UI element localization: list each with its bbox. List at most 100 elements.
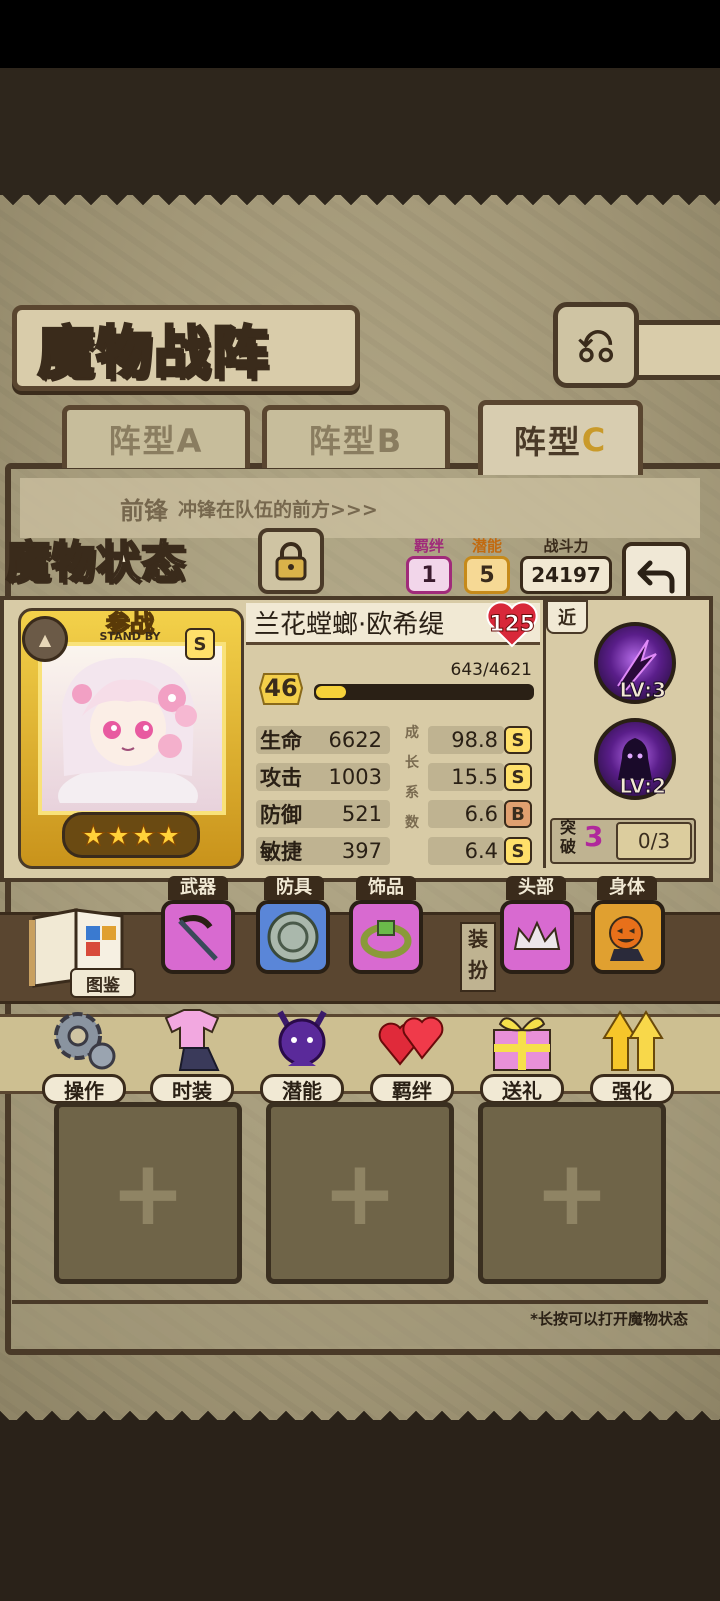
bottom-band (0, 1420, 720, 1601)
body-slot[interactable] (591, 900, 665, 974)
stat-value: 397 (341, 839, 382, 863)
action-label: 送礼 (480, 1074, 564, 1104)
stat-label: 生命 (260, 729, 302, 753)
exp-bar (314, 684, 534, 700)
empty-team-slot-3[interactable]: + (478, 1102, 666, 1284)
vanguard-label: 前锋 (120, 496, 168, 525)
tab-formation-a[interactable]: 阵型A (62, 405, 250, 468)
breakthrough-progress: 0/3 (616, 822, 692, 860)
devil-icon (277, 1010, 327, 1066)
potential-stat: 潜能 5 (464, 538, 510, 594)
growth-char: 系 (405, 785, 419, 801)
growth-char: 长 (405, 755, 419, 771)
growth-char: 数 (405, 815, 419, 831)
monster-portrait (38, 642, 226, 815)
stat-row-hp: 生命 6622 98.8 S (256, 726, 534, 756)
exp-bar-fill (316, 686, 347, 698)
pumpkin-costume-icon (609, 916, 644, 961)
stat-name-box: 敏捷 397 (256, 837, 390, 865)
range-tag: 近 (546, 600, 588, 634)
bond-stat: 羁绊 1 (406, 538, 452, 594)
stat-label: 防御 (260, 803, 302, 827)
slot-label: 头部 (506, 876, 566, 900)
stat-value: 6622 (328, 728, 382, 752)
action-label: 强化 (590, 1074, 674, 1104)
status-title: 魔物状态 (5, 536, 186, 589)
stat-label: 敏捷 (260, 840, 302, 864)
back-button[interactable]: ⎌ (553, 302, 639, 388)
page-title: 魔物战阵 (37, 320, 270, 388)
armor-slot[interactable] (256, 900, 330, 974)
gear-icon (54, 1012, 116, 1070)
stat-row-agility: 敏捷 397 6.4 S (256, 837, 534, 867)
mountain-emblem-icon: ▲ (22, 616, 68, 662)
head-slot[interactable] (500, 900, 574, 974)
stat-grade: B (504, 800, 532, 828)
stat-growth: 6.4 (428, 837, 504, 865)
tab-formation-b[interactable]: 阵型B (262, 405, 450, 468)
skill-1-button[interactable]: LV:3 (594, 622, 676, 704)
tab-formation-c[interactable]: 阵型 C (478, 400, 643, 475)
ring-icon (360, 920, 412, 959)
accessory-slot[interactable] (349, 900, 423, 974)
tab-label: 阵型 (513, 423, 582, 461)
skill-2-button[interactable]: LV:2 (594, 718, 676, 800)
hearts-icon (378, 1016, 444, 1066)
potential-label: 潜能 (471, 537, 502, 555)
stat-name-box: 生命 6622 (256, 726, 390, 754)
action-label: 操作 (42, 1074, 126, 1104)
slot-label: 防具 (264, 876, 324, 900)
monster-portrait-art (58, 657, 198, 811)
operate-button[interactable]: 操作 (38, 1004, 130, 1104)
stat-row-attack: 攻击 1003 15.5 S (256, 763, 534, 793)
power-label: 战斗力 (543, 537, 589, 555)
breakthrough-value: 3 (584, 820, 604, 853)
stat-name-box: 防御 521 (256, 800, 390, 828)
gift-button[interactable]: 送礼 (476, 1004, 568, 1104)
codex-label: 图鉴 (70, 968, 136, 998)
long-press-hint: *长按可以打开魔物状态 (530, 1310, 688, 1328)
monster-grade-badge: S (185, 628, 215, 660)
torn-edge-bottom (0, 1398, 720, 1424)
bond-button[interactable]: 羁绊 (366, 1004, 458, 1104)
level-badge: 46 (258, 668, 304, 708)
growth-char: 成 (405, 725, 419, 741)
action-label: 潜能 (260, 1074, 344, 1104)
stat-value: 1003 (328, 765, 382, 789)
stat-grade: S (504, 726, 532, 754)
bond-value: 1 (406, 556, 452, 594)
plus-icon: + (534, 1140, 610, 1246)
power-value: 24197 (520, 556, 612, 594)
level-value: 46 (264, 674, 298, 702)
stat-name-box: 攻击 1003 (256, 763, 390, 791)
scythe-icon (178, 915, 218, 961)
plus-icon: + (110, 1140, 186, 1246)
weapon-slot[interactable] (161, 900, 235, 974)
stat-row-defense: 防御 521 6.6 B (256, 800, 534, 830)
standby-sublabel: STAND BY (99, 630, 161, 643)
stat-label: 攻击 (260, 766, 302, 790)
tab-label-suffix: C (581, 421, 608, 459)
back-arrow-icon: ⎌ (576, 316, 616, 373)
power-stat: 战斗力 24197 (520, 538, 612, 594)
torn-edge-top (0, 192, 720, 218)
slot-label: 身体 (597, 876, 657, 900)
enhance-button[interactable]: 强化 (586, 1004, 678, 1104)
potential-button[interactable]: 潜能 (256, 1004, 348, 1104)
slot-label: 饰品 (356, 876, 416, 900)
outfit-button[interactable]: 时装 (146, 1004, 238, 1104)
stat-value: 521 (341, 802, 382, 826)
return-arrow-icon (637, 560, 675, 594)
tab-label: 阵型B (308, 422, 404, 460)
exp-text: 643/4621 (450, 660, 532, 680)
gift-icon (493, 1017, 551, 1071)
status-bar (0, 0, 720, 68)
slot-label: 武器 (168, 876, 228, 900)
lock-icon (275, 542, 307, 581)
lock-button[interactable] (258, 528, 324, 594)
empty-team-slot-2[interactable]: + (266, 1102, 454, 1284)
stat-growth: 6.6 (428, 800, 504, 828)
skill-level: LV:3 (619, 678, 666, 703)
empty-team-slot-1[interactable]: + (54, 1102, 242, 1284)
breakthrough-label: 突破 (559, 818, 576, 856)
